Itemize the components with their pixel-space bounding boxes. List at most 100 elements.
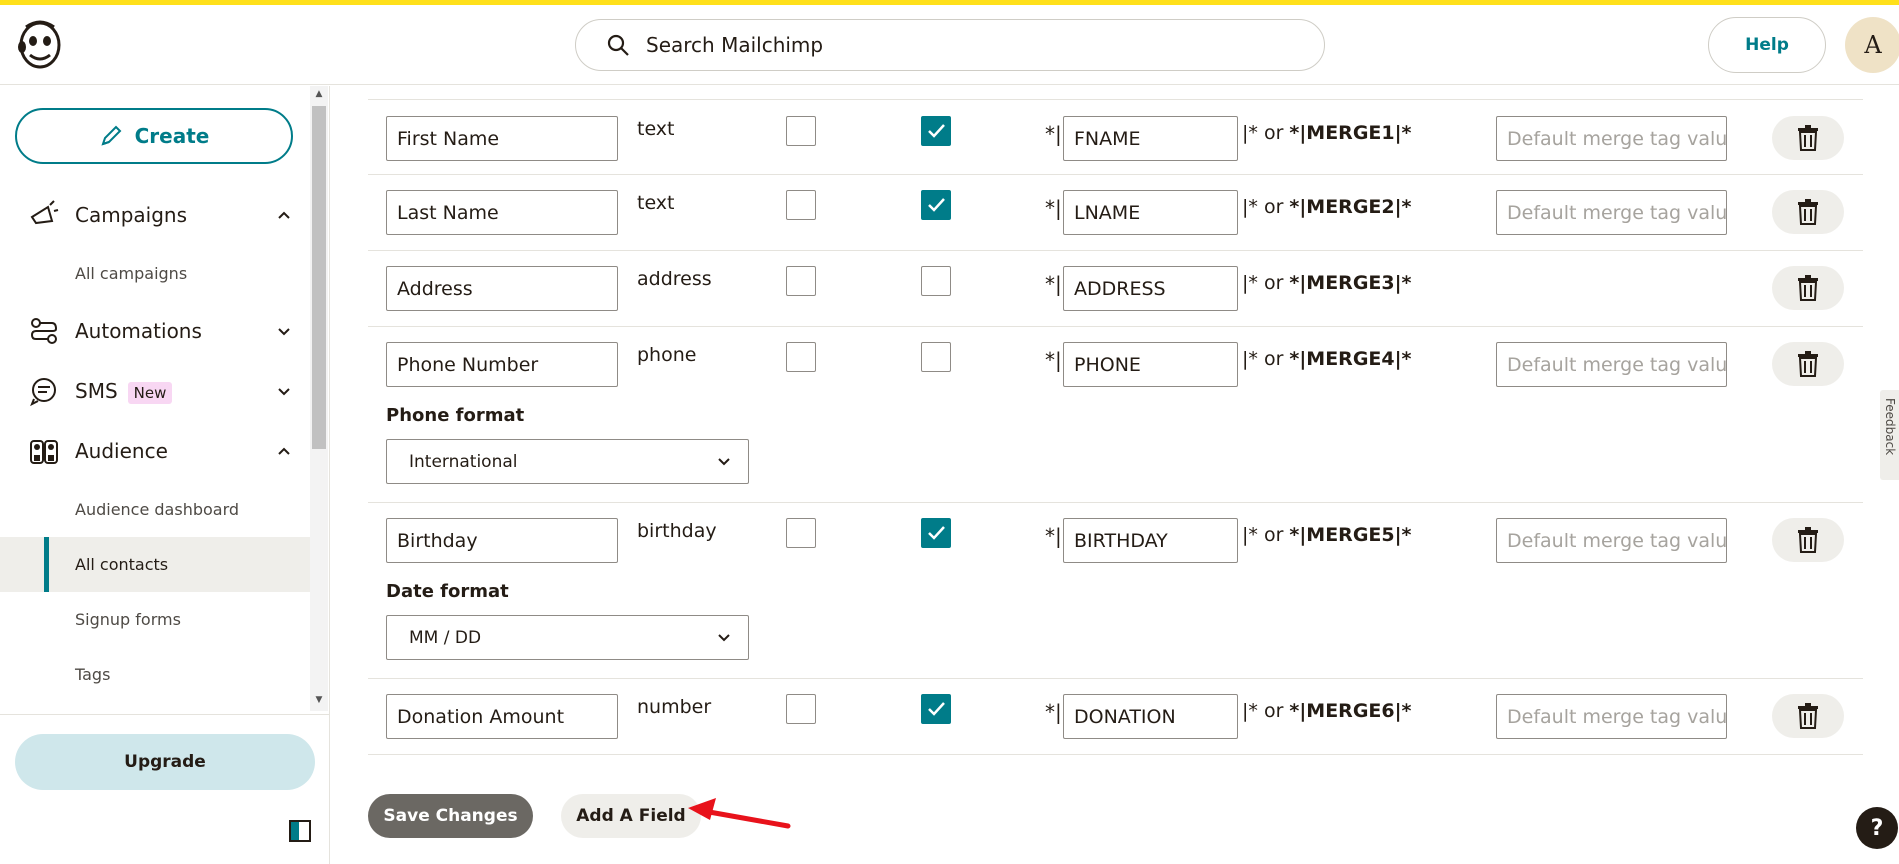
default-value-input[interactable]: Default merge tag value <box>1496 518 1727 563</box>
field-label-input[interactable]: Address <box>386 266 618 311</box>
trash-icon <box>1798 199 1818 225</box>
default-value-input[interactable]: Default merge tag value <box>1496 116 1727 161</box>
merge-tag-input[interactable]: DONATION <box>1063 694 1238 739</box>
mailchimp-logo-icon[interactable] <box>16 19 64 71</box>
field-label-input[interactable]: Donation Amount <box>386 694 618 739</box>
tag-prefix: *| <box>1045 122 1062 146</box>
required-checkbox[interactable] <box>786 342 816 372</box>
sidebar: Create Campaigns All campaigns Automatio… <box>0 86 330 864</box>
date-format-label: Date format <box>386 581 509 602</box>
sidebar-item-sms[interactable]: SMS New <box>0 366 310 416</box>
visible-checkbox[interactable] <box>921 190 951 220</box>
tag-suffix-text: |* or <box>1242 700 1290 722</box>
header: Search Mailchimp Help A <box>0 5 1899 85</box>
table-row: First Name text *| FNAME |* or *|MERGE1|… <box>368 99 1863 175</box>
sidebar-item-all-campaigns[interactable]: All campaigns <box>0 246 310 301</box>
table-row: Birthday birthday *| BIRTHDAY |* or *|ME… <box>368 503 1863 679</box>
sidebar-item-all-contacts[interactable]: All contacts <box>0 537 310 592</box>
visible-checkbox[interactable] <box>921 116 951 146</box>
table-row: Donation Amount number *| DONATION |* or… <box>368 679 1863 755</box>
merge-tag-suffix: |* or *|MERGE4|* <box>1242 348 1411 370</box>
feedback-tab[interactable]: Feedback <box>1880 390 1899 480</box>
sidebar-item-automations[interactable]: Automations <box>0 306 310 356</box>
field-label-input[interactable]: Phone Number <box>386 342 618 387</box>
merge-tag-suffix: |* or *|MERGE5|* <box>1242 524 1411 546</box>
create-label: Create <box>134 124 210 148</box>
merge-tag-input[interactable]: PHONE <box>1063 342 1238 387</box>
create-button[interactable]: Create <box>15 108 293 164</box>
sidebar-scrollbar[interactable]: ▲ ▼ <box>310 86 328 711</box>
required-checkbox[interactable] <box>786 116 816 146</box>
tag-suffix-text: |* or <box>1242 122 1290 144</box>
check-icon <box>928 124 945 138</box>
merge-tag-suffix: |* or *|MERGE2|* <box>1242 196 1411 218</box>
required-checkbox[interactable] <box>786 694 816 724</box>
merge-code: *|MERGE1|* <box>1289 122 1412 144</box>
sidebar-item-label: Tags <box>75 665 111 684</box>
phone-format-label: Phone format <box>386 405 525 426</box>
trash-icon <box>1798 703 1818 729</box>
sidebar-item-audience[interactable]: Audience <box>0 426 310 476</box>
field-type: text <box>637 118 675 140</box>
new-badge: New <box>127 381 173 404</box>
visible-checkbox[interactable] <box>921 342 951 372</box>
tag-suffix-text: |* or <box>1242 524 1290 546</box>
delete-field-button[interactable] <box>1772 518 1844 562</box>
merge-tag-suffix: |* or *|MERGE3|* <box>1242 272 1411 294</box>
scrollbar-thumb[interactable] <box>312 106 326 449</box>
tag-suffix-text: |* or <box>1242 348 1290 370</box>
default-value-input[interactable]: Default merge tag value <box>1496 342 1727 387</box>
tag-prefix: *| <box>1045 700 1062 724</box>
delete-field-button[interactable] <box>1772 266 1844 310</box>
upgrade-button[interactable]: Upgrade <box>15 734 315 790</box>
tag-prefix: *| <box>1045 272 1062 296</box>
avatar[interactable]: A <box>1845 17 1899 73</box>
field-type: address <box>637 268 712 290</box>
field-type: phone <box>637 344 697 366</box>
help-button[interactable]: Help <box>1708 17 1826 73</box>
trash-icon <box>1798 351 1818 377</box>
table-row: Phone Number phone *| PHONE |* or *|MERG… <box>368 327 1863 503</box>
sidebar-item-campaigns[interactable]: Campaigns <box>0 190 310 240</box>
sidebar-item-tags[interactable]: Tags <box>0 647 310 702</box>
sidebar-footer: Upgrade <box>0 714 330 864</box>
merge-tag-input[interactable]: ADDRESS <box>1063 266 1238 311</box>
save-changes-button[interactable]: Save Changes <box>368 794 533 838</box>
field-label-input[interactable]: First Name <box>386 116 618 161</box>
delete-field-button[interactable] <box>1772 116 1844 160</box>
sidebar-item-audience-dashboard[interactable]: Audience dashboard <box>0 482 310 537</box>
red-arrow-annotation-icon <box>688 798 791 829</box>
merge-tag-suffix: |* or *|MERGE1|* <box>1242 122 1411 144</box>
scroll-down-arrow-icon[interactable]: ▼ <box>310 695 328 705</box>
date-format-select[interactable]: MM / DD <box>386 615 749 660</box>
merge-tag-input[interactable]: FNAME <box>1063 116 1238 161</box>
chevron-down-icon <box>718 458 730 466</box>
sidebar-item-label: Signup forms <box>75 610 181 629</box>
required-checkbox[interactable] <box>786 266 816 296</box>
field-type: birthday <box>637 520 717 542</box>
merge-tag-suffix: |* or *|MERGE6|* <box>1242 700 1411 722</box>
visible-checkbox[interactable] <box>921 518 951 548</box>
required-checkbox[interactable] <box>786 190 816 220</box>
search-input[interactable]: Search Mailchimp <box>575 19 1325 71</box>
default-value-input[interactable]: Default merge tag value <box>1496 190 1727 235</box>
merge-tag-input[interactable]: BIRTHDAY <box>1063 518 1238 563</box>
required-checkbox[interactable] <box>786 518 816 548</box>
visible-checkbox[interactable] <box>921 694 951 724</box>
default-value-input[interactable]: Default merge tag value <box>1496 694 1727 739</box>
merge-tag-input[interactable]: LNAME <box>1063 190 1238 235</box>
visible-checkbox[interactable] <box>921 266 951 296</box>
field-label-input[interactable]: Last Name <box>386 190 618 235</box>
delete-field-button[interactable] <box>1772 190 1844 234</box>
tag-suffix-text: |* or <box>1242 196 1290 218</box>
delete-field-button[interactable] <box>1772 342 1844 386</box>
scroll-up-arrow-icon[interactable]: ▲ <box>310 89 328 99</box>
delete-field-button[interactable] <box>1772 694 1844 738</box>
phone-format-select[interactable]: International <box>386 439 749 484</box>
field-label-input[interactable]: Birthday <box>386 518 618 563</box>
check-icon <box>928 526 945 540</box>
help-fab-button[interactable]: ? <box>1856 807 1898 849</box>
sidebar-item-signup-forms[interactable]: Signup forms <box>0 592 310 647</box>
collapse-sidebar-icon[interactable] <box>288 819 312 843</box>
merge-code: *|MERGE6|* <box>1289 700 1412 722</box>
